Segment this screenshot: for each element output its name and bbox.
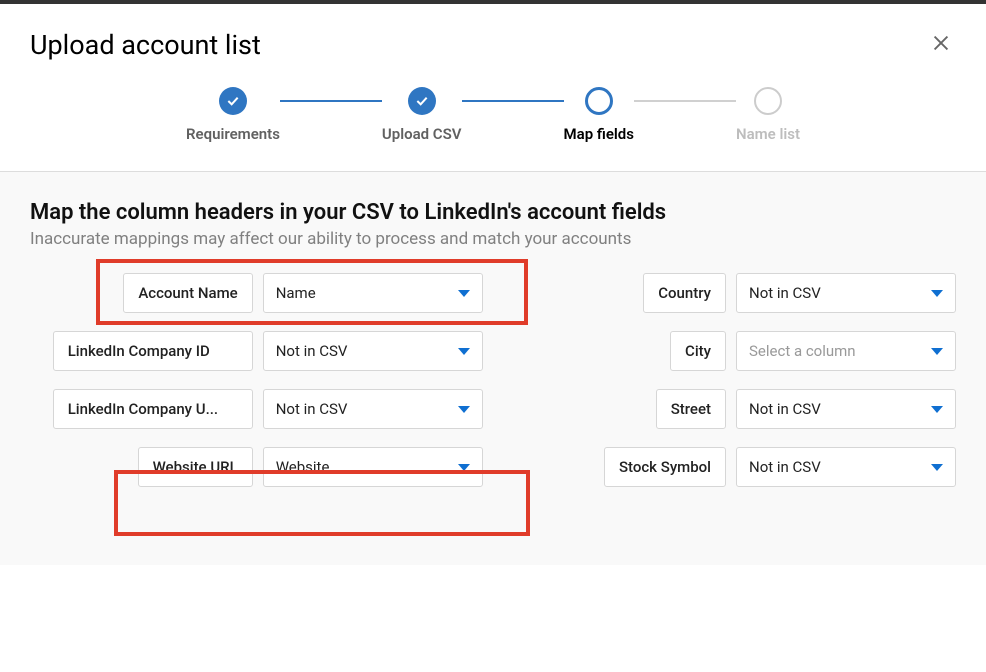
close-icon [930,32,952,54]
field-label-website-url: Website URL [138,447,253,487]
field-select-city[interactable]: Select a column [736,331,956,371]
step-connector [634,100,736,102]
field-label-country: Country [643,273,726,313]
content-title: Map the column headers in your CSV to Li… [30,200,956,225]
step-label: Upload CSV [382,125,462,143]
field-row: Website URL Website Stock Symbol Not in … [30,447,956,487]
modal-header: Upload account list [0,4,986,77]
field-select-stock-symbol[interactable]: Not in CSV [736,447,956,487]
step-circle-pending [754,87,782,115]
stepper: Requirements Upload CSV Map fields Name … [0,77,986,171]
checkmark-icon [414,93,430,109]
field-pair-country: Country Not in CSV [543,273,956,313]
step-label: Map fields [564,125,634,143]
step-map-fields: Map fields [564,87,634,143]
select-value: Not in CSV [276,400,348,418]
chevron-down-icon [931,464,943,471]
select-value: Not in CSV [276,342,348,360]
step-upload-csv: Upload CSV [382,87,462,143]
step-requirements: Requirements [186,87,280,143]
select-value: Not in CSV [749,400,821,418]
checkmark-icon [225,93,241,109]
modal-title: Upload account list [30,29,261,61]
step-circle-completed [219,87,247,115]
field-pair-stock-symbol: Stock Symbol Not in CSV [543,447,956,487]
field-label-linkedin-company-id: LinkedIn Company ID [53,331,253,371]
select-value: Select a column [749,342,856,360]
chevron-down-icon [458,290,470,297]
chevron-down-icon [458,348,470,355]
chevron-down-icon [931,290,943,297]
chevron-down-icon [458,464,470,471]
step-label: Name list [736,125,800,143]
field-select-linkedin-company-id[interactable]: Not in CSV [263,331,483,371]
field-select-account-name[interactable]: Name [263,273,483,313]
field-label-city: City [670,331,726,371]
field-select-website-url[interactable]: Website [263,447,483,487]
field-pair-linkedin-company-id: LinkedIn Company ID Not in CSV [30,331,483,371]
step-connector [280,100,382,102]
content-area: Map the column headers in your CSV to Li… [0,172,986,565]
field-label-street: Street [656,389,726,429]
field-mapping-grid: Account Name Name Country Not in CSV Lin… [30,273,956,487]
field-select-country[interactable]: Not in CSV [736,273,956,313]
step-connector [462,100,564,102]
field-label-stock-symbol: Stock Symbol [604,447,726,487]
chevron-down-icon [931,348,943,355]
field-pair-website-url: Website URL Website [30,447,483,487]
field-label-account-name: Account Name [123,273,252,313]
field-pair-account-name: Account Name Name [30,273,483,313]
field-row: LinkedIn Company ID Not in CSV City Sele… [30,331,956,371]
field-row: LinkedIn Company U... Not in CSV Street … [30,389,956,429]
step-name-list: Name list [736,87,800,143]
select-value: Not in CSV [749,458,821,476]
field-pair-city: City Select a column [543,331,956,371]
field-select-linkedin-company-url[interactable]: Not in CSV [263,389,483,429]
step-circle-completed [408,87,436,115]
field-row: Account Name Name Country Not in CSV [30,273,956,313]
step-circle-current [585,87,613,115]
content-subtitle: Inaccurate mappings may affect our abili… [30,229,956,249]
chevron-down-icon [458,406,470,413]
select-value: Not in CSV [749,284,821,302]
field-pair-linkedin-company-url: LinkedIn Company U... Not in CSV [30,389,483,429]
field-pair-street: Street Not in CSV [543,389,956,429]
select-value: Website [276,458,330,476]
step-label: Requirements [186,125,280,143]
field-select-street[interactable]: Not in CSV [736,389,956,429]
field-label-linkedin-company-url: LinkedIn Company U... [53,389,253,429]
chevron-down-icon [931,406,943,413]
close-button[interactable] [926,28,956,61]
select-value: Name [276,284,316,302]
